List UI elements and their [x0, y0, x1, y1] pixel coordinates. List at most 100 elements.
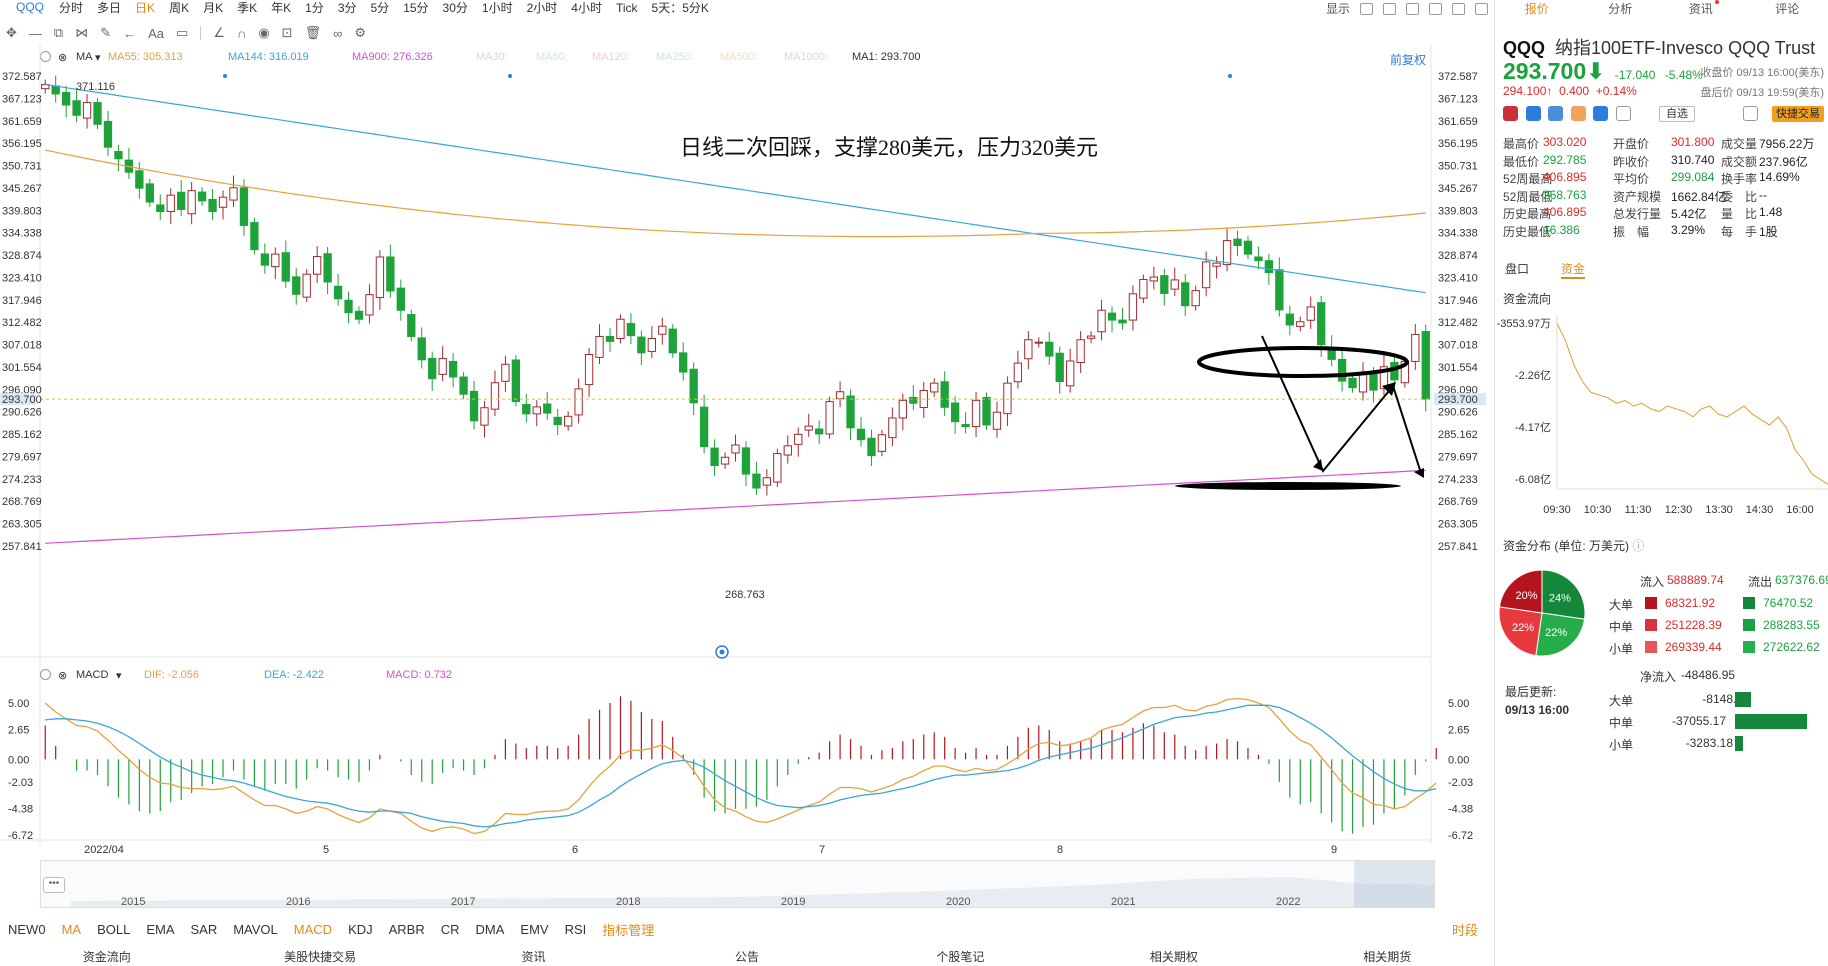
period-tab-0[interactable]: 分时: [59, 1, 83, 15]
kline-chart[interactable]: 372.587 372.587 367.123 367.123 361.659 361.6…: [0, 44, 1494, 860]
tab-zijin[interactable]: 资金: [1561, 260, 1586, 279]
indicator-tab-sar[interactable]: SAR: [190, 922, 217, 937]
quote-tab-2[interactable]: 资讯: [1662, 0, 1746, 16]
camera-icon[interactable]: [1406, 2, 1419, 15]
min-price-label: 268.763: [725, 589, 765, 601]
period-tab-6[interactable]: 年K: [271, 1, 291, 15]
period-tab-16[interactable]: 5天：5分K: [652, 1, 709, 15]
calc-icon[interactable]: [1526, 106, 1541, 121]
period-tab-10[interactable]: 15分: [403, 1, 428, 15]
pencil-icon[interactable]: [1429, 2, 1442, 15]
net-row-value: -8148.6: [1702, 692, 1743, 706]
period-tab-13[interactable]: 2小时: [527, 1, 558, 15]
crosshair-icon[interactable]: ✥: [6, 25, 17, 41]
stats-row: 最低价 292.785 昨收价 310.740 成交额 237.96亿: [1503, 153, 1828, 171]
indicator-tab-boll[interactable]: BOLL: [97, 922, 130, 937]
indicator-tab-kdj[interactable]: KDJ: [348, 922, 373, 937]
indicator-tab-dma[interactable]: DMA: [476, 922, 505, 937]
period-tab-4[interactable]: 月K: [203, 1, 223, 15]
navigator-menu-button[interactable]: •••: [43, 877, 65, 893]
candle: [448, 352, 458, 388]
bottom-tab-1[interactable]: 美股快捷交易: [213, 948, 426, 966]
post-market-row: 294.100↑ 0.400 +0.14%: [1503, 84, 1637, 98]
eye-icon[interactable]: ◉: [258, 25, 269, 41]
session-button[interactable]: 时段: [1452, 920, 1478, 939]
settings-icon[interactable]: [1360, 2, 1373, 15]
bottom-tab-5[interactable]: 相关期权: [1067, 948, 1280, 966]
period-tab-2[interactable]: 日K: [135, 1, 155, 15]
add-watchlist-button[interactable]: 自选: [1659, 106, 1695, 122]
checkbox-icon[interactable]: [1383, 2, 1396, 15]
indicator-tab-ema[interactable]: EMA: [146, 922, 174, 937]
period-tab-11[interactable]: 30分: [443, 1, 468, 15]
help-icon[interactable]: ⓘ: [1632, 539, 1644, 553]
period-tab-8[interactable]: 3分: [338, 1, 357, 15]
macd-label[interactable]: MACD: [76, 669, 108, 681]
candle: [501, 355, 510, 392]
candle: [1024, 331, 1033, 370]
candle: [1222, 228, 1232, 272]
us-flag-icon[interactable]: [1503, 106, 1518, 121]
stat-value: 237.96亿: [1759, 154, 1808, 169]
brush-tool-icon[interactable]: ✎: [100, 25, 111, 41]
candle: [1201, 251, 1211, 297]
magnet-icon[interactable]: ∩: [237, 26, 246, 41]
gear-icon[interactable]: ⚙: [354, 25, 366, 41]
note-icon[interactable]: [1616, 106, 1631, 121]
period-tab-1[interactable]: 多日: [97, 1, 121, 15]
bottom-tab-6[interactable]: 相关期货: [1281, 948, 1494, 966]
period-tab-3[interactable]: 周K: [169, 1, 189, 15]
indicator-tab-mavol[interactable]: MAVOL: [233, 922, 278, 937]
quote-tab-3[interactable]: 评论: [1746, 0, 1828, 16]
shape-tool-icon[interactable]: ⧉: [54, 25, 63, 41]
fib-tool-icon[interactable]: ⋈: [75, 25, 88, 41]
quote-tab-1[interactable]: 分析: [1579, 0, 1663, 16]
period-tab-15[interactable]: Tick: [616, 1, 638, 15]
panel-toggle-icon[interactable]: [1475, 2, 1488, 15]
candle: [61, 85, 71, 118]
indicator-tab-emv[interactable]: EMV: [520, 922, 548, 937]
quick-trade-button[interactable]: 快捷交易: [1772, 106, 1824, 122]
bottom-tab-2[interactable]: 资讯: [427, 948, 640, 966]
line-tool-icon[interactable]: —: [29, 26, 42, 41]
candle: [867, 429, 876, 467]
lock-icon[interactable]: ⊡: [282, 25, 293, 41]
trash-icon[interactable]: 🗑: [305, 25, 322, 41]
tag-icon[interactable]: [1593, 106, 1608, 121]
fullscreen-icon[interactable]: [1452, 2, 1465, 15]
bottom-tab-4[interactable]: 个股笔记: [854, 948, 1067, 966]
indicator-tab-arbr[interactable]: ARBR: [389, 922, 425, 937]
comment-tool-icon[interactable]: ▭: [176, 25, 188, 41]
indicator-tab-指标管理[interactable]: 指标管理: [602, 920, 654, 939]
text-tool-icon[interactable]: Aa: [148, 26, 164, 41]
close-icon[interactable]: ⊗: [58, 669, 67, 682]
chevron-down-icon[interactable]: ▾: [116, 669, 122, 682]
symbol-label[interactable]: QQQ: [16, 0, 44, 14]
period-tab-5[interactable]: 季K: [237, 1, 257, 15]
macd-axis-label-left: 2.65: [8, 724, 29, 736]
time-navigator[interactable]: ••• 2015 2016 2017 2018 2019 2020 2021 2022: [40, 860, 1435, 908]
arrow-tool-icon[interactable]: ←: [123, 26, 136, 41]
support-ellipse: [1175, 482, 1401, 490]
ruler-tool-icon[interactable]: ∠: [213, 25, 225, 41]
period-tab-7[interactable]: 1分: [305, 1, 324, 15]
link-icon[interactable]: ∞: [333, 26, 342, 41]
display-menu[interactable]: 显示: [1326, 0, 1350, 17]
period-tab-12[interactable]: 1小时: [482, 1, 513, 15]
quote-tab-0[interactable]: 报价: [1495, 0, 1579, 16]
period-tab-14[interactable]: 4小时: [571, 1, 602, 15]
dollar-icon[interactable]: [1548, 106, 1563, 121]
tab-pankou[interactable]: 盘口: [1505, 260, 1529, 277]
indicator-tab-ma[interactable]: MA: [62, 922, 82, 937]
indicator-tab-macd[interactable]: MACD: [294, 922, 332, 937]
navigator-selection[interactable]: [1354, 861, 1434, 907]
bottom-tab-3[interactable]: 公告: [640, 948, 853, 966]
period-tab-9[interactable]: 5分: [371, 1, 390, 15]
exchange-icon[interactable]: [1571, 106, 1586, 121]
indicator-tab-cr[interactable]: CR: [441, 922, 460, 937]
indicator-tab-new0[interactable]: NEW0: [8, 922, 46, 937]
outflow-total: 637376.69: [1775, 573, 1828, 587]
bell-icon[interactable]: [1743, 106, 1758, 121]
bottom-tab-0[interactable]: 资金流向: [0, 948, 213, 966]
indicator-tab-rsi[interactable]: RSI: [565, 922, 587, 937]
